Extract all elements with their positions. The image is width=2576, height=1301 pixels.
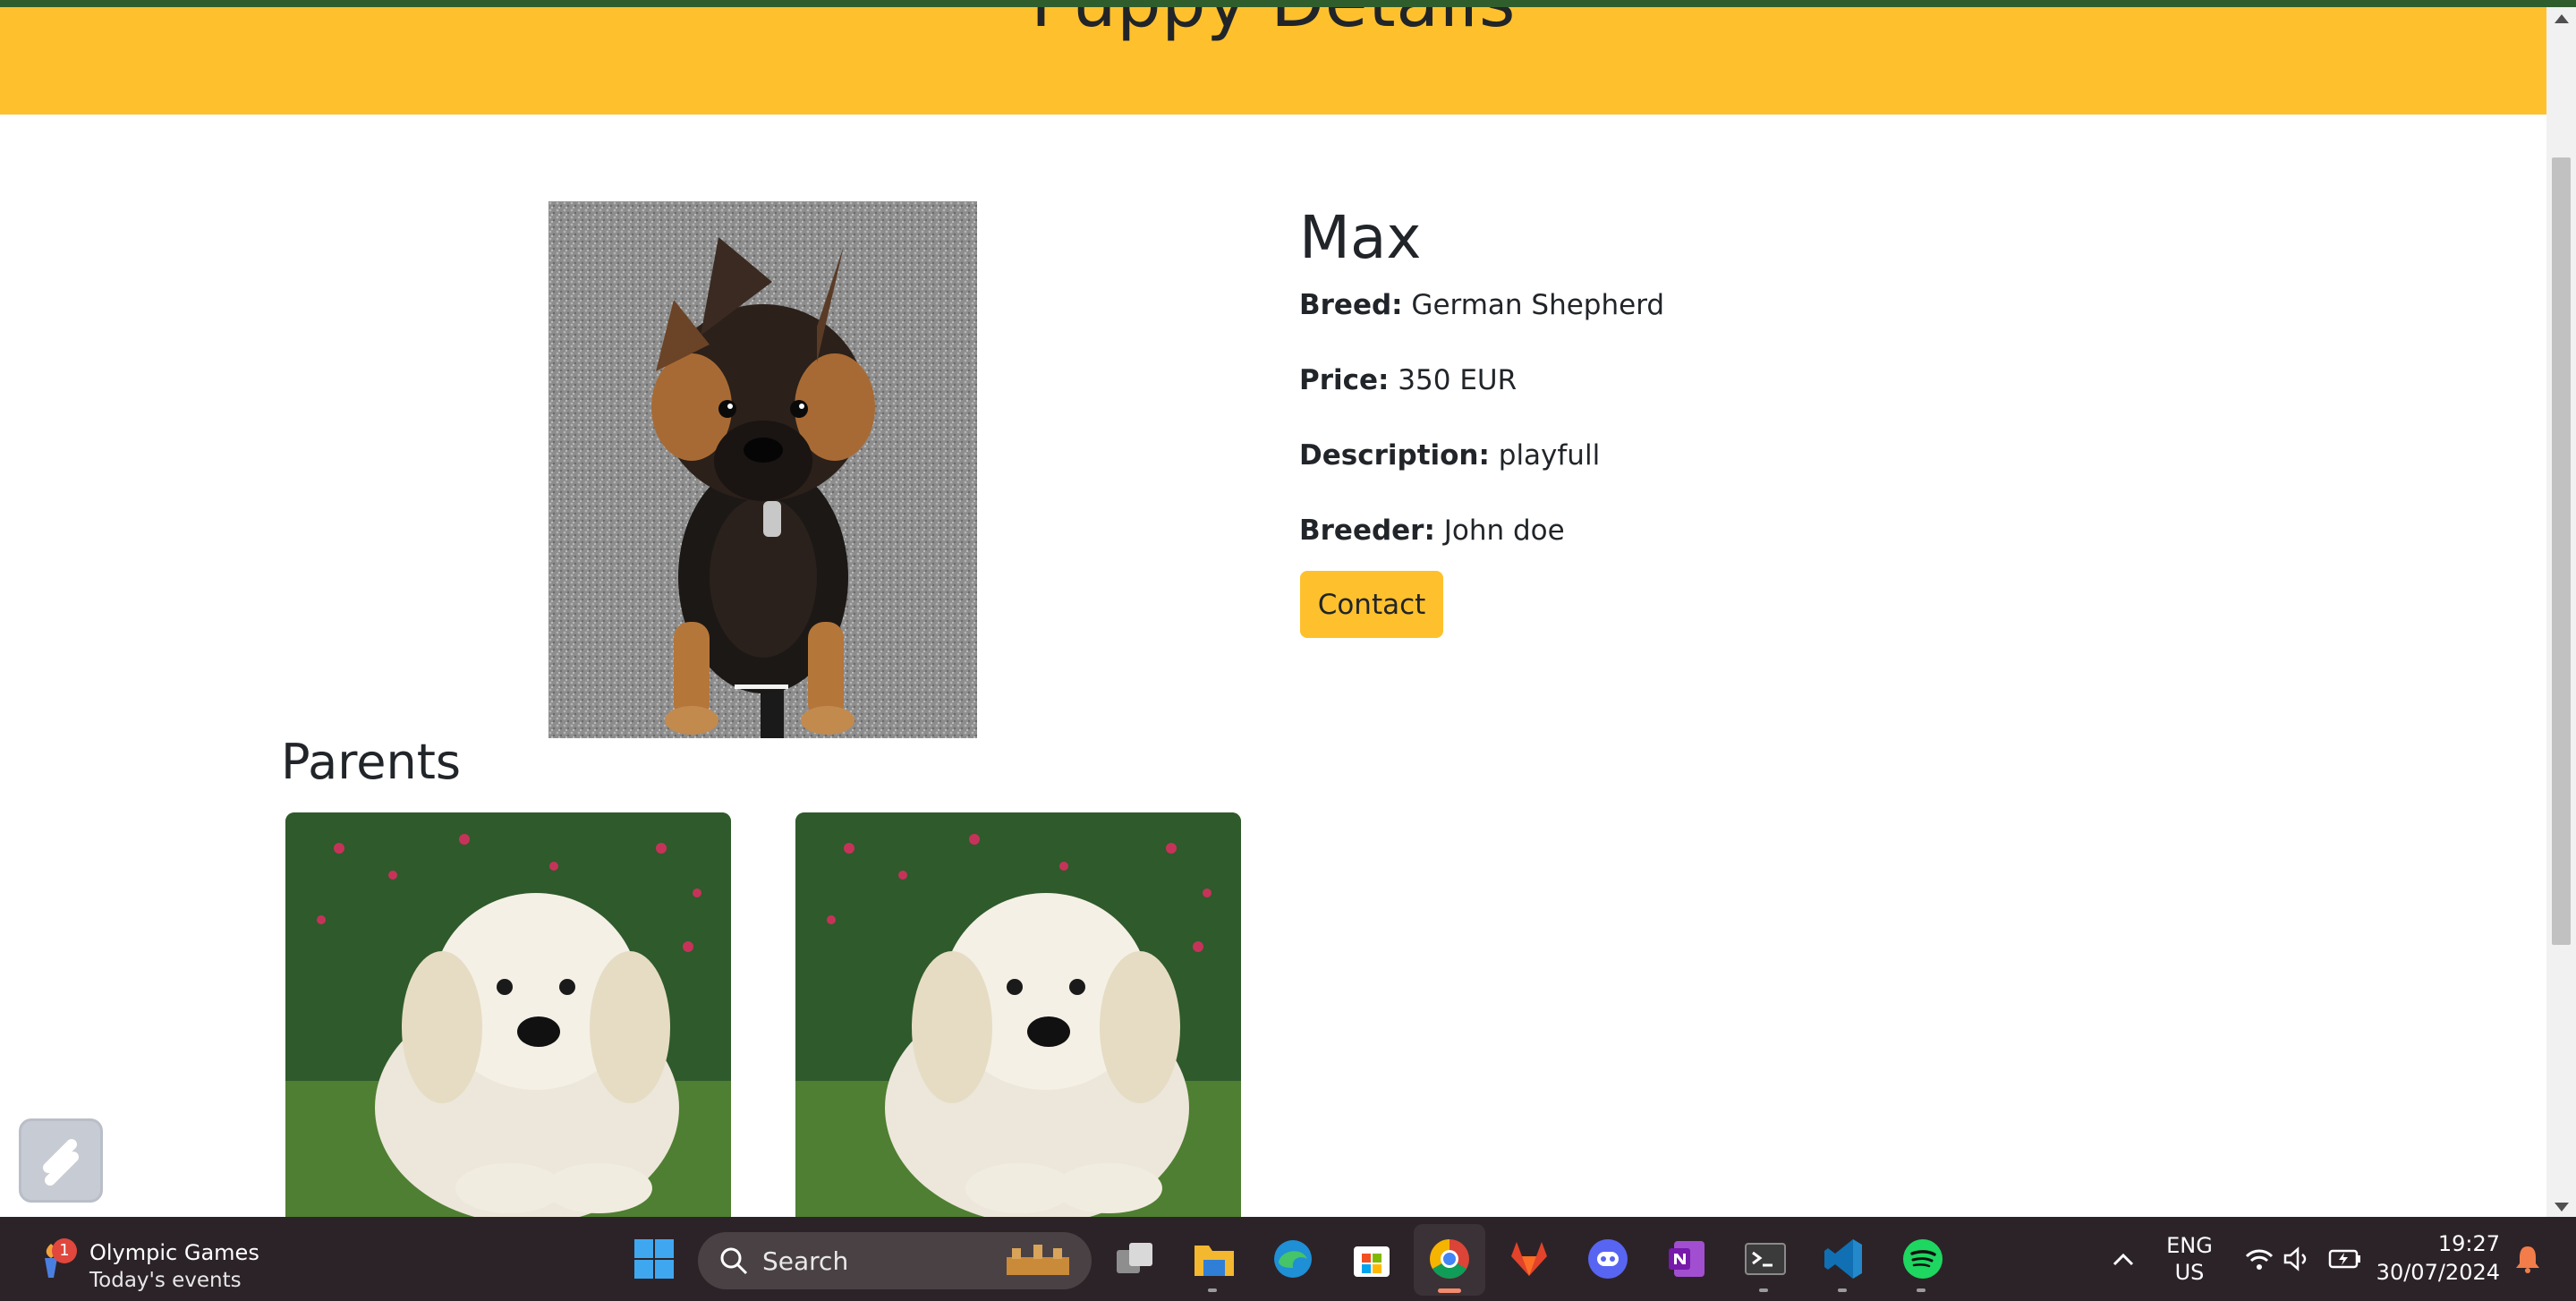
terminal-icon xyxy=(1745,1243,1786,1275)
parent-photo-2[interactable] xyxy=(795,812,1241,1217)
windows-icon xyxy=(634,1239,674,1279)
task-view-button[interactable] xyxy=(1111,1235,1160,1283)
vscode-button[interactable] xyxy=(1820,1235,1868,1283)
detail-breed: Breed: German Shepherd xyxy=(1299,287,2194,323)
battery-icon xyxy=(2328,1249,2360,1269)
parent-photo-1[interactable] xyxy=(285,812,731,1217)
puppy-photo-carousel[interactable] xyxy=(548,201,977,738)
taskbar-search[interactable]: Search xyxy=(698,1232,1092,1289)
edge-button[interactable] xyxy=(1269,1235,1317,1283)
language-code: ENG xyxy=(2166,1233,2213,1258)
search-icon xyxy=(720,1247,748,1275)
start-button[interactable] xyxy=(630,1235,678,1283)
taskbar: 1 Olympic Games Today's events Search EN… xyxy=(0,1217,2576,1301)
vscode-icon xyxy=(1824,1239,1862,1279)
detail-label: Breed: xyxy=(1299,288,1403,321)
chevron-up-icon xyxy=(2113,1253,2134,1266)
clock[interactable]: 19:27 30/07/2024 xyxy=(2375,1217,2500,1301)
discord-icon xyxy=(1588,1239,1628,1279)
detail-label: Description: xyxy=(1299,439,1490,472)
store-button[interactable] xyxy=(1348,1235,1396,1283)
spotify-button[interactable] xyxy=(1899,1235,1947,1283)
widget-title: Olympic Games xyxy=(89,1240,259,1265)
clock-date: 30/07/2024 xyxy=(2376,1260,2500,1285)
active-app-indicator xyxy=(1438,1288,1461,1293)
bell-icon xyxy=(2516,1246,2539,1273)
clock-time: 19:27 xyxy=(2437,1231,2500,1256)
show-hidden-icons-button[interactable] xyxy=(2099,1235,2147,1283)
spotify-icon xyxy=(1903,1239,1943,1279)
scroll-up-arrow-icon[interactable] xyxy=(2555,14,2569,23)
keyboard-layout: US xyxy=(2174,1260,2205,1285)
notifications-button[interactable] xyxy=(2504,1235,2552,1283)
notification-badge: 1 xyxy=(52,1238,77,1263)
german-shepherd-puppy-photo xyxy=(548,201,977,738)
volume-button[interactable] xyxy=(2273,1235,2321,1283)
running-indicator xyxy=(1917,1288,1926,1292)
scroll-down-arrow-icon[interactable] xyxy=(2555,1203,2569,1212)
detail-value: playfull xyxy=(1498,439,1601,472)
carousel-indicator[interactable] xyxy=(735,685,788,689)
onenote-button[interactable] xyxy=(1662,1235,1711,1283)
floating-extension-button[interactable] xyxy=(19,1118,103,1203)
gitlab-icon xyxy=(1511,1242,1547,1276)
folder-icon xyxy=(1194,1246,1234,1276)
running-indicator xyxy=(1208,1288,1217,1292)
page-scrollbar[interactable] xyxy=(2546,7,2576,1217)
detail-label: Breeder: xyxy=(1299,514,1435,548)
running-indicator xyxy=(1759,1288,1768,1292)
detail-label: Price: xyxy=(1299,363,1390,396)
detail-value: German Shepherd xyxy=(1411,288,1665,321)
widget-subtitle: Today's events xyxy=(89,1269,242,1292)
edge-icon xyxy=(1274,1240,1312,1278)
detail-breeder: Breeder: John doe xyxy=(1299,513,2194,548)
wifi-icon xyxy=(2245,1249,2274,1270)
battery-button[interactable] xyxy=(2321,1235,2369,1283)
browser-top-edge xyxy=(0,0,2576,7)
widgets-button[interactable]: 1 Olympic Games Today's events xyxy=(36,1228,268,1292)
terminal-button[interactable] xyxy=(1741,1235,1790,1283)
detail-price: Price: 350 EUR xyxy=(1299,362,2194,398)
detail-description: Description: playfull xyxy=(1299,438,2194,473)
chrome-button[interactable] xyxy=(1425,1235,1474,1283)
file-explorer-button[interactable] xyxy=(1190,1235,1238,1283)
task-view-icon xyxy=(1117,1243,1152,1273)
discord-button[interactable] xyxy=(1584,1235,1632,1283)
speaker-icon xyxy=(2283,1246,2307,1271)
store-icon xyxy=(1354,1246,1390,1277)
puppy-name: Max xyxy=(1299,203,1422,272)
detail-value: John doe xyxy=(1443,514,1565,548)
search-placeholder: Search xyxy=(762,1246,849,1276)
page-title: Puppy Details xyxy=(0,7,2546,43)
running-indicator xyxy=(1838,1288,1847,1292)
chrome-icon xyxy=(1430,1239,1469,1279)
golden-retriever-puppy-photo xyxy=(795,812,1241,1217)
parents-heading: Parents xyxy=(281,734,461,790)
gitlab-button[interactable] xyxy=(1505,1235,1553,1283)
golden-retriever-puppy-photo xyxy=(285,812,731,1217)
onenote-icon xyxy=(1669,1241,1705,1277)
puppy-details: Max Breed: German Shepherd Price: 350 EU… xyxy=(1299,197,2194,589)
detail-value: 350 EUR xyxy=(1398,363,1518,396)
search-highlight-icon xyxy=(1007,1245,1069,1275)
extension-icon xyxy=(43,1139,79,1186)
language-indicator[interactable]: ENG US xyxy=(2158,1217,2221,1301)
contact-button[interactable]: Contact xyxy=(1300,571,1443,638)
scrollbar-thumb[interactable] xyxy=(2552,157,2571,945)
page-header: Puppy Details xyxy=(0,7,2546,115)
